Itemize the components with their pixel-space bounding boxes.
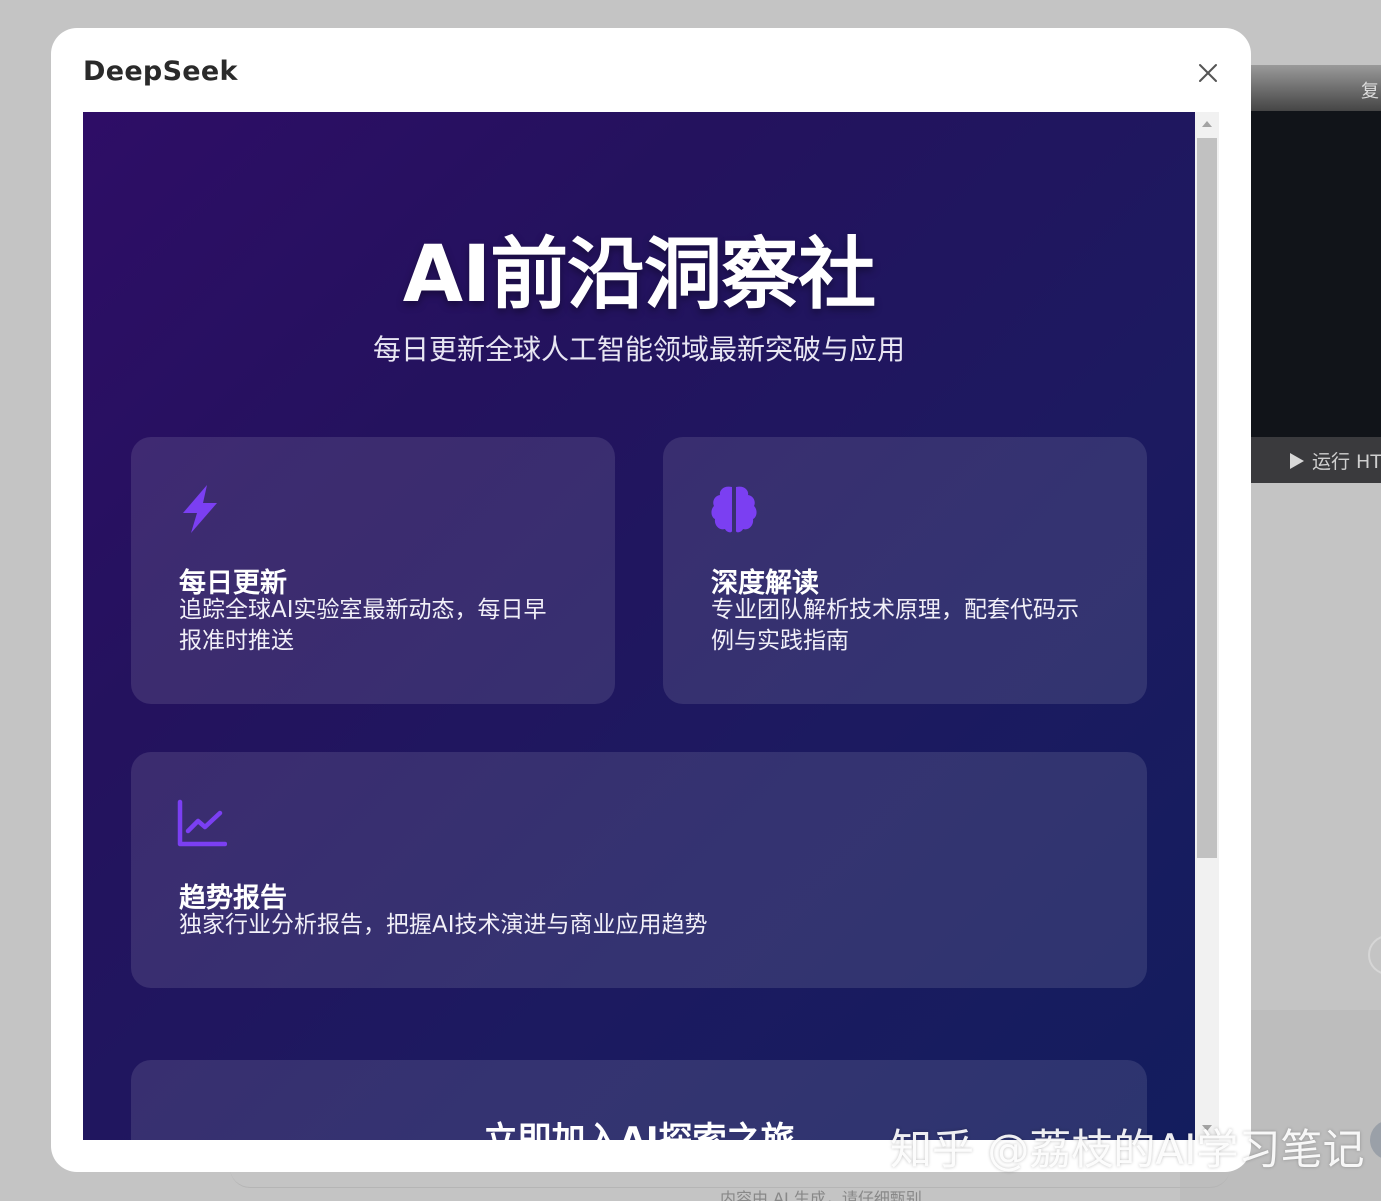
- brain-icon: [709, 483, 759, 535]
- feature-card-daily-update: 每日更新 追踪全球AI实验室最新动态，每日早报准时推送: [131, 437, 615, 704]
- run-html-button[interactable]: 运行 HT: [1290, 447, 1381, 474]
- hero-title: AI前沿洞察社: [402, 230, 876, 320]
- close-button[interactable]: [1197, 62, 1219, 84]
- feature-description: 独家行业分析报告，把握AI技术演进与商业应用趋势: [179, 912, 708, 938]
- lightning-icon: [177, 483, 227, 535]
- feature-description: 专业团队解析技术原理，配套代码示例与实践指南: [711, 597, 1079, 654]
- html-preview-viewport: AI前沿洞察社 每日更新全球人工智能领域最新突破与应用 每日更新 追踪全球AI实…: [83, 112, 1195, 1140]
- zhihu-watermark: 知乎 @荔枝的AI学习笔记: [890, 1125, 1365, 1174]
- modal-title: DeepSeek: [83, 56, 238, 87]
- feature-description: 追踪全球AI实验室最新动态，每日早报准时推送: [179, 597, 547, 654]
- close-icon: [1199, 64, 1217, 82]
- copy-button[interactable]: 复: [1361, 77, 1379, 103]
- preview-modal: DeepSeek AI前沿洞察社 每日更新全球人工智能领域最新突破与应用 每日更…: [51, 28, 1251, 1172]
- scroll-circle-button[interactable]: [1368, 935, 1381, 975]
- preview-scrollbar[interactable]: [1195, 112, 1219, 1140]
- scroll-thumb[interactable]: [1197, 138, 1217, 858]
- feature-card-trend-report: 趋势报告 独家行业分析报告，把握AI技术演进与商业应用趋势: [131, 752, 1147, 988]
- chart-line-icon: [177, 798, 227, 850]
- feature-card-deep-analysis: 深度解读 专业团队解析技术原理，配套代码示例与实践指南: [663, 437, 1147, 704]
- run-html-label: 运行 HT: [1312, 451, 1381, 473]
- play-icon: [1290, 452, 1304, 469]
- hero-subtitle: 每日更新全球人工智能领域最新突破与应用: [372, 333, 905, 366]
- scroll-up-arrow-icon[interactable]: [1202, 121, 1212, 127]
- ai-disclaimer: 内容由 AI 生成，请仔细甄别: [720, 1189, 922, 1201]
